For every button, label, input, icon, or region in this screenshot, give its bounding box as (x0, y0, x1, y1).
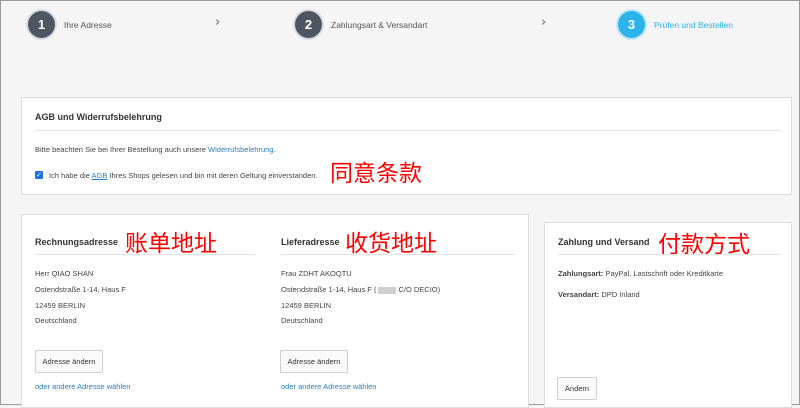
agb-link[interactable]: AGB (92, 171, 108, 180)
chevron-right-icon: › (541, 15, 547, 30)
shipping-name: Frau ZDHT AKOQTU (281, 269, 352, 278)
chevron-right-icon: › (215, 15, 221, 30)
payment-change-button[interactable]: Ändern (557, 377, 597, 400)
billing-street: Ostendstraße 1-14, Haus F (35, 285, 126, 294)
step-label: Ihre Adresse (64, 19, 112, 30)
address-box: Rechnungsadresse 账单地址 Herr QIAO SHAN Ost… (21, 214, 529, 408)
shipping-method-value: DPD Inland (599, 290, 640, 299)
billing-name: Herr QIAO SHAN (35, 269, 94, 278)
payment-method-label: Zahlungsart: (558, 269, 604, 278)
agb-box: AGB und Widerrufsbelehrung Bitte beachte… (21, 97, 792, 195)
billing-city: 12459 BERLIN (35, 301, 86, 310)
payment-title: Zahlung und Versand (558, 237, 650, 247)
annotation-billing: 账单地址 (125, 231, 217, 257)
shipping-other-address-link[interactable]: oder andere Adresse wählen (281, 382, 376, 391)
shipping-title: Lieferadresse (281, 237, 340, 247)
shipping-street: Ostendstraße 1-14, Haus F ( C/O DECIO) (281, 285, 440, 294)
shipping-city: 12459 BERLIN (281, 301, 332, 310)
redacted-block (378, 286, 397, 294)
step-label: Zahlungsart & Versandart (331, 19, 428, 30)
payment-method-value: PayPal, Lastschrift oder Kreditkarte (603, 269, 724, 278)
shipping-method: Versandart: DPD Inland (558, 290, 640, 299)
agb-notice: Bitte beachten Sie bei Ihrer Bestellung … (35, 145, 276, 154)
billing-other-address-link[interactable]: oder andere Adresse wählen (35, 382, 130, 391)
divider (35, 254, 255, 255)
billing-change-address-button[interactable]: Adresse ändern (35, 350, 103, 373)
divider (35, 130, 781, 131)
agb-checkbox-label: Ich habe die AGB Ihres Shops gelesen und… (49, 171, 318, 180)
payment-shipping-box: Zahlung und Versand 付款方式 Zahlungsart: Pa… (544, 222, 792, 408)
agb-checkbox-text-suffix: Ihres Shops gelesen und bin mit deren Ge… (107, 171, 318, 180)
divider (558, 254, 781, 255)
agb-checkbox-text: Ich habe die (49, 171, 92, 180)
step-payment-shipping[interactable]: 2 Zahlungsart & Versandart (295, 11, 427, 38)
shipping-change-address-button[interactable]: Adresse ändern (280, 350, 348, 373)
shipping-street-co: C/O DECIO) (398, 285, 441, 294)
step-number: 2 (295, 11, 322, 38)
checkout-steps: 1 Ihre Adresse › 2 Zahlungsart & Versand… (1, 1, 800, 51)
step-label: Prüfen und Bestellen (654, 19, 733, 30)
billing-country: Deutschland (35, 316, 77, 325)
step-review-order[interactable]: 3 Prüfen und Bestellen (618, 11, 733, 38)
agb-title: AGB und Widerrufsbelehrung (35, 112, 162, 122)
widerrufsbelehrung-link[interactable]: Widerrufsbelehrung (208, 145, 273, 154)
annotation-shipping: 收货地址 (345, 231, 437, 257)
agb-notice-suffix: . (273, 145, 276, 154)
shipping-method-label: Versandart: (558, 290, 600, 299)
shipping-country: Deutschland (281, 316, 323, 325)
annotation-agree: 同意条款 (330, 161, 422, 187)
agb-checkbox[interactable]: ✓ (35, 171, 43, 179)
step-number: 3 (618, 11, 645, 38)
step-address[interactable]: 1 Ihre Adresse (28, 11, 112, 38)
payment-method: Zahlungsart: PayPal, Lastschrift oder Kr… (558, 269, 723, 278)
shipping-street-text: Ostendstraße 1-14, Haus F ( (281, 285, 377, 294)
step-number: 1 (28, 11, 55, 38)
billing-title: Rechnungsadresse (35, 237, 119, 247)
agb-notice-text: Bitte beachten Sie bei Ihrer Bestellung … (35, 145, 209, 154)
divider (281, 254, 515, 255)
